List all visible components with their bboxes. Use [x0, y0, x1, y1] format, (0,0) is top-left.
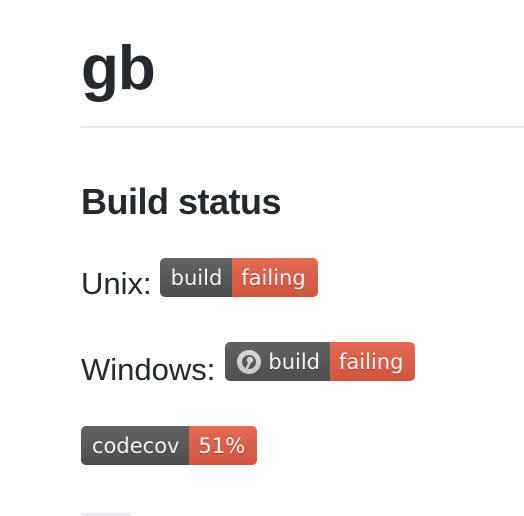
unix-build-badge[interactable]: build failing: [159, 258, 318, 297]
unix-badge-status: failing: [232, 258, 318, 297]
codecov-badge[interactable]: codecov 51%: [81, 426, 258, 465]
codecov-badge-value: 51%: [189, 426, 258, 465]
windows-status-line: Windows: build failing: [81, 342, 416, 387]
codecov-badge-subject: codecov: [81, 426, 190, 465]
unix-label: Unix:: [81, 266, 152, 301]
windows-label: Windows:: [81, 352, 216, 387]
page-title: gb: [81, 34, 156, 103]
codecov-status-line: codecov 51%: [81, 426, 258, 465]
windows-badge-subject: build: [268, 349, 321, 374]
windows-badge-status: failing: [330, 342, 416, 381]
appveyor-icon: [237, 349, 262, 374]
title-divider: [81, 126, 524, 128]
windows-badge-subject-wrap: build: [225, 342, 331, 381]
unix-status-line: Unix: build failing: [81, 258, 318, 301]
windows-build-badge[interactable]: build failing: [225, 342, 416, 381]
unix-badge-subject: build: [159, 258, 233, 297]
build-status-heading: Build status: [81, 181, 282, 222]
